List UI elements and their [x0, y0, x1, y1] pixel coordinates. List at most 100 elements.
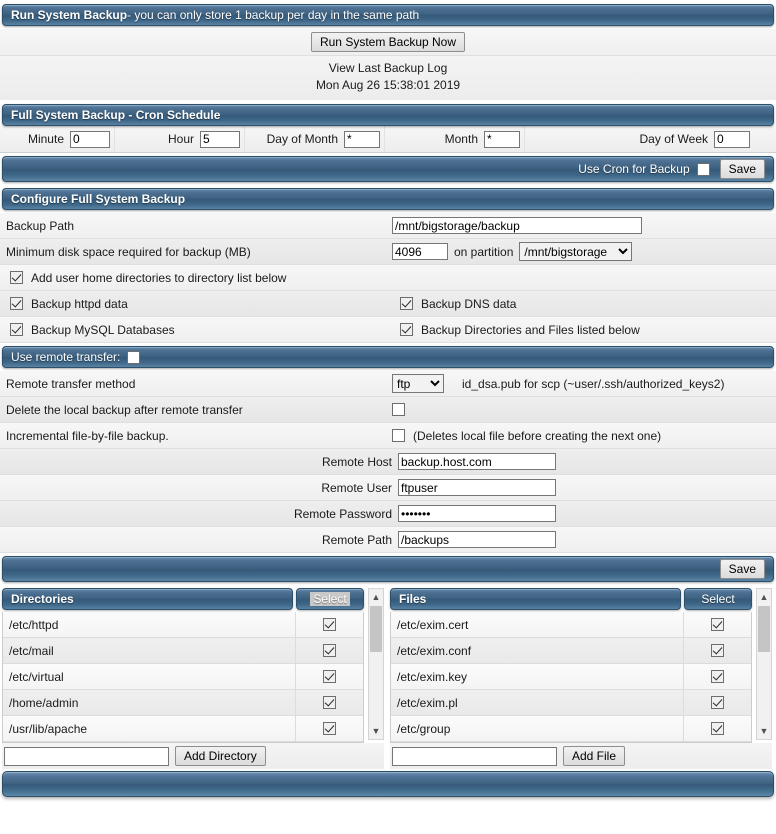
remote-method-field-cell: ftp id_dsa.pub for scp (~user/.ssh/autho… [392, 374, 776, 393]
table-row[interactable]: /etc/exim.cert [391, 612, 751, 638]
run-system-backup-now-button[interactable]: Run System Backup Now [310, 32, 466, 52]
directory-path: /usr/lib/apache [9, 721, 88, 736]
table-row[interactable]: /etc/httpd [3, 612, 363, 638]
delete-local-row: Delete the local backup after remote tra… [0, 397, 776, 423]
directories-select-header[interactable]: Select [296, 588, 364, 610]
remote-method-hint: id_dsa.pub for scp (~user/.ssh/authorize… [462, 376, 725, 391]
add-directory-button[interactable]: Add Directory [175, 746, 266, 766]
partition-select[interactable]: /mnt/bigstorage [519, 242, 633, 261]
directories-list: /etc/httpd /etc/mail /etc/virtual /home/… [2, 612, 364, 743]
scroll-down-icon[interactable]: ▼ [369, 723, 383, 739]
scroll-up-icon[interactable]: ▲ [369, 589, 383, 605]
remote-user-input[interactable] [398, 479, 556, 496]
cron-save-button[interactable]: Save [719, 159, 765, 179]
delete-local-field-cell [392, 403, 776, 416]
use-remote-transfer-checkbox[interactable] [127, 350, 141, 364]
backup-dirs-files-label: Backup Directories and Files listed belo… [421, 322, 640, 337]
directories-select-header-label: Select [310, 592, 350, 606]
remote-user-field-cell [398, 479, 776, 496]
file-select-checkbox[interactable] [711, 618, 724, 631]
table-row[interactable]: /etc/virtual [3, 663, 363, 690]
remote-method-label: Remote transfer method [6, 376, 136, 391]
incremental-checkbox[interactable] [392, 429, 405, 442]
backup-dns-checkbox[interactable] [400, 297, 413, 310]
remote-method-select[interactable]: ftp [392, 374, 444, 393]
directory-select-checkbox[interactable] [323, 722, 336, 735]
directory-path: /home/admin [9, 695, 79, 710]
cron-hour-input[interactable] [200, 130, 240, 148]
table-row[interactable]: /usr/lib/apache [3, 715, 363, 742]
backup-mysql-checkbox[interactable] [10, 323, 23, 336]
file-select-checkbox[interactable] [711, 722, 724, 735]
directory-select-cell [295, 663, 363, 690]
add-file-input[interactable] [392, 746, 557, 766]
scroll-down-icon[interactable]: ▼ [757, 723, 771, 739]
cron-day-of-month-label: Day of Month [266, 132, 338, 146]
table-row[interactable]: /etc/mail [3, 637, 363, 664]
view-last-backup-log-link[interactable]: View Last Backup Log [0, 60, 776, 77]
files-scroll-thumb[interactable] [758, 606, 770, 652]
backup-path-input[interactable] [392, 217, 642, 234]
add-home-dirs-checkbox[interactable] [10, 271, 23, 284]
remote-password-input[interactable] [398, 505, 556, 522]
cron-schedule-header: Full System Backup - Cron Schedule [2, 104, 774, 126]
directories-title: Directories [2, 588, 293, 610]
cron-day-of-week-input[interactable] [714, 130, 750, 148]
remote-method-label-cell: Remote transfer method [6, 377, 392, 391]
remote-host-input[interactable] [398, 453, 556, 470]
on-partition-label: on partition [454, 244, 514, 259]
table-row[interactable]: /etc/exim.pl [391, 689, 751, 716]
add-home-dirs-cell: Add user home directories to directory l… [6, 271, 392, 285]
cron-day-of-month-input[interactable] [344, 130, 380, 148]
use-cron-for-backup-checkbox[interactable] [696, 162, 710, 176]
backup-dirs-files-checkbox[interactable] [400, 323, 413, 336]
files-select-header-label: Select [701, 592, 735, 606]
incremental-row: Incremental file-by-file backup. (Delete… [0, 423, 776, 449]
directory-select-checkbox[interactable] [323, 670, 336, 683]
add-home-dirs-row: Add user home directories to directory l… [0, 265, 776, 291]
remote-path-row: Remote Path [0, 527, 776, 553]
table-row[interactable]: /etc/exim.key [391, 663, 751, 690]
remote-save-button[interactable]: Save [719, 559, 765, 579]
directory-select-checkbox[interactable] [323, 644, 336, 657]
remote-password-label-cell: Remote Password [6, 507, 398, 521]
directories-scroll-thumb[interactable] [370, 606, 382, 652]
cron-fields-row: Minute Hour Day of Month Month Day of We… [0, 126, 776, 153]
backup-httpd-checkbox[interactable] [10, 297, 23, 310]
min-disk-space-input[interactable] [392, 243, 448, 260]
backup-path-row: Backup Path [0, 213, 776, 239]
directory-path: /etc/virtual [9, 669, 64, 684]
remote-path-input[interactable] [398, 531, 556, 548]
cron-minute-cell: Minute [0, 126, 115, 152]
directory-select-checkbox[interactable] [323, 696, 336, 709]
table-row[interactable]: /etc/exim.conf [391, 637, 751, 664]
file-select-checkbox[interactable] [711, 670, 724, 683]
remote-password-row: Remote Password [0, 501, 776, 527]
remote-user-label: Remote User [321, 480, 392, 495]
backup-path-label: Backup Path [6, 218, 75, 233]
file-select-checkbox[interactable] [711, 644, 724, 657]
table-row[interactable]: /etc/group [391, 715, 751, 742]
directory-select-checkbox[interactable] [323, 618, 336, 631]
add-file-button[interactable]: Add File [563, 746, 626, 766]
min-disk-label-cell: Minimum disk space required for backup (… [6, 245, 392, 259]
cron-day-of-month-cell: Day of Month [245, 126, 385, 152]
files-scrollbar[interactable]: ▲ ▼ [756, 588, 772, 740]
add-directory-input[interactable] [4, 746, 169, 766]
table-row[interactable]: /home/admin [3, 689, 363, 716]
directory-select-cell [295, 715, 363, 742]
run-backup-button-row: Run System Backup Now [0, 29, 776, 56]
delete-local-checkbox[interactable] [392, 403, 405, 416]
cron-schedule-section: Full System Backup - Cron Schedule Minut… [0, 104, 776, 182]
min-disk-space-row: Minimum disk space required for backup (… [0, 239, 776, 265]
cron-minute-input[interactable] [70, 130, 110, 148]
incremental-label: Incremental file-by-file backup. [6, 428, 169, 443]
files-select-header[interactable]: Select [684, 588, 752, 610]
file-select-checkbox[interactable] [711, 696, 724, 709]
file-select-cell [683, 689, 751, 716]
directories-scrollbar[interactable]: ▲ ▼ [368, 588, 384, 740]
cron-month-input[interactable] [484, 130, 520, 148]
use-remote-transfer-header: Use remote transfer: [2, 346, 774, 368]
backup-mysql-cell: Backup MySQL Databases [6, 323, 392, 337]
scroll-up-icon[interactable]: ▲ [757, 589, 771, 605]
